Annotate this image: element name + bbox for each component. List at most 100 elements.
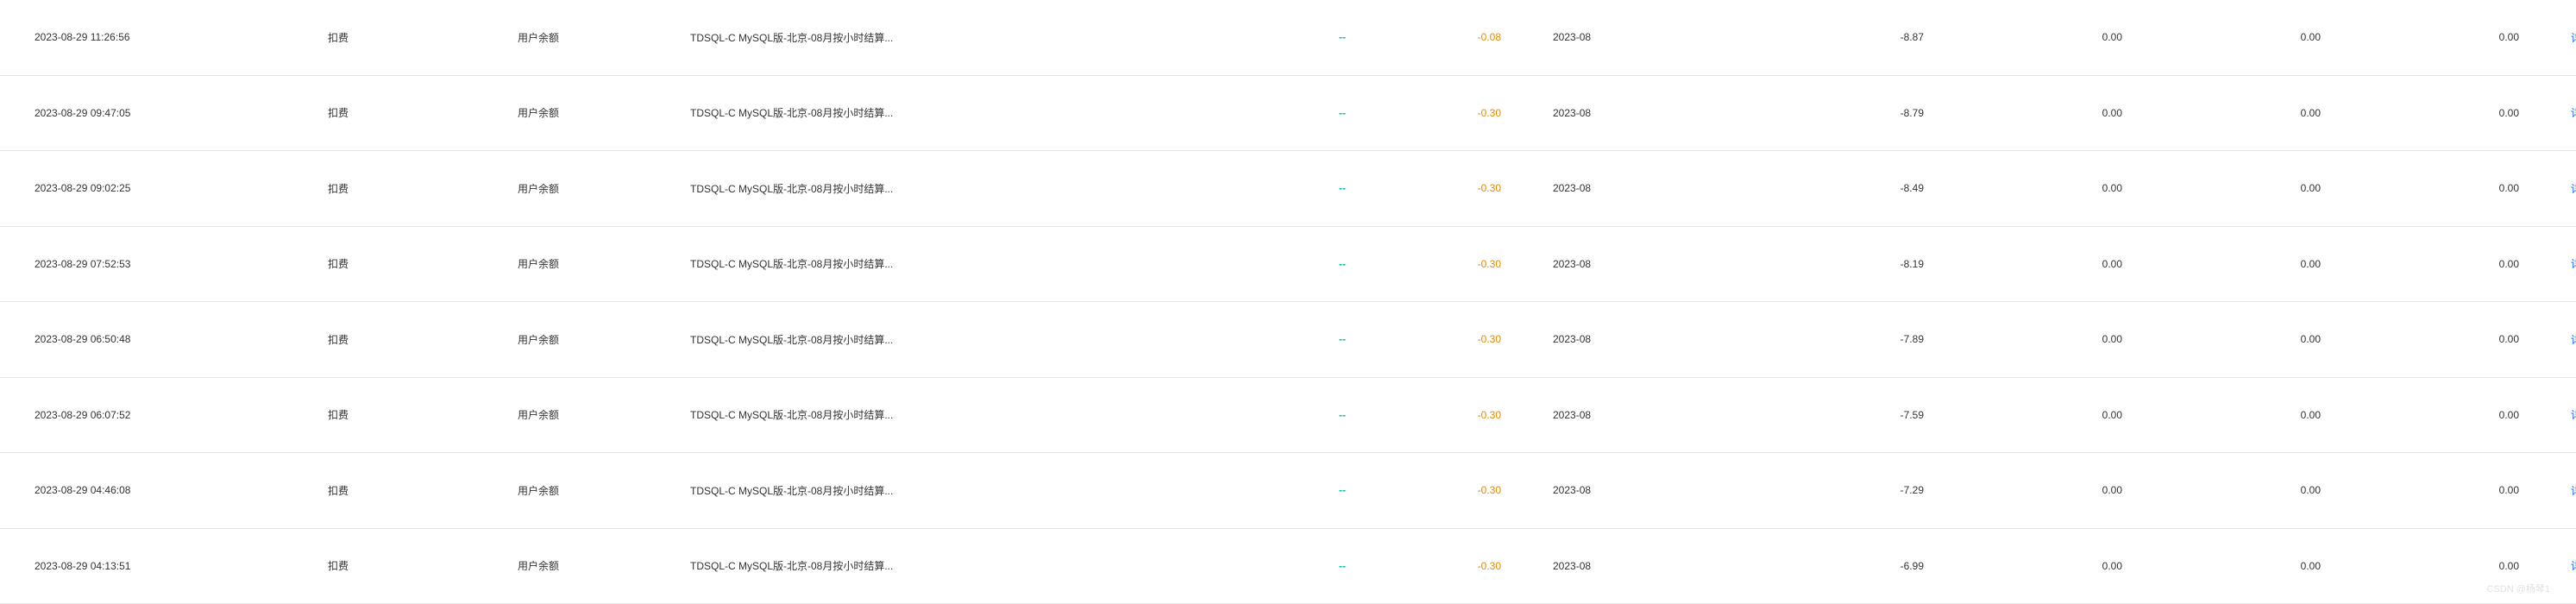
cell-number-3: 0.00 [2338,182,2536,194]
cell-period: 2023-08 [1518,333,1777,345]
cell-balance: -7.89 [1777,333,1941,345]
cell-number-3: 0.00 [2338,484,2536,496]
billing-table: 2023-08-29 11:26:56 扣费 用户余额 TDSQL-C MySQ… [0,0,2576,604]
cell-placeholder: -- [1208,182,1363,194]
table-row: 2023-08-29 09:47:05 扣费 用户余额 TDSQL-C MySQ… [0,76,2576,152]
cell-number-2: 0.00 [2139,107,2338,119]
cell-amount: -0.30 [1363,333,1518,345]
table-row: 2023-08-29 09:02:25 扣费 用户余额 TDSQL-C MySQ… [0,151,2576,227]
cell-number-3: 0.00 [2338,560,2536,572]
cell-amount: -0.30 [1363,484,1518,496]
cell-number-3: 0.00 [2338,258,2536,270]
cell-number-2: 0.00 [2139,333,2338,345]
table-row: 2023-08-29 11:26:56 扣费 用户余额 TDSQL-C MySQ… [0,0,2576,76]
cell-period: 2023-08 [1518,31,1777,43]
table-row: 2023-08-29 04:46:08 扣费 用户余额 TDSQL-C MySQ… [0,453,2576,529]
cell-type: 扣费 [311,181,500,196]
cell-source: 用户余额 [500,407,673,422]
cell-number-3: 0.00 [2338,107,2536,119]
cell-description: TDSQL-C MySQL版-北京-08月按小时结算... [673,483,1208,498]
detail-link[interactable]: 详情 [2571,107,2576,119]
cell-balance: -6.99 [1777,560,1941,572]
detail-link[interactable]: 详情 [2571,258,2576,270]
cell-amount: -0.30 [1363,560,1518,572]
cell-balance: -8.87 [1777,31,1941,43]
cell-number-2: 0.00 [2139,182,2338,194]
cell-number-1: 0.00 [1941,333,2139,345]
cell-time: 2023-08-29 06:07:52 [0,409,311,421]
cell-time: 2023-08-29 07:52:53 [0,258,311,270]
detail-link[interactable]: 详情 [2571,409,2576,421]
cell-type: 扣费 [311,332,500,347]
cell-placeholder: -- [1208,484,1363,496]
cell-number-1: 0.00 [1941,484,2139,496]
cell-number-2: 0.00 [2139,484,2338,496]
cell-number-2: 0.00 [2139,560,2338,572]
cell-source: 用户余额 [500,332,673,347]
cell-description: TDSQL-C MySQL版-北京-08月按小时结算... [673,332,1208,347]
cell-time: 2023-08-29 11:26:56 [0,31,311,43]
cell-number-3: 0.00 [2338,409,2536,421]
cell-time: 2023-08-29 04:13:51 [0,560,311,572]
cell-type: 扣费 [311,483,500,498]
cell-period: 2023-08 [1518,560,1777,572]
cell-placeholder: -- [1208,560,1363,572]
cell-number-3: 0.00 [2338,31,2536,43]
cell-description: TDSQL-C MySQL版-北京-08月按小时结算... [673,256,1208,271]
cell-balance: -8.79 [1777,107,1941,119]
cell-time: 2023-08-29 06:50:48 [0,333,311,345]
cell-type: 扣费 [311,558,500,573]
cell-description: TDSQL-C MySQL版-北京-08月按小时结算... [673,407,1208,422]
cell-description: TDSQL-C MySQL版-北京-08月按小时结算... [673,105,1208,120]
cell-number-1: 0.00 [1941,409,2139,421]
table-row: 2023-08-29 06:50:48 扣费 用户余额 TDSQL-C MySQ… [0,302,2576,378]
cell-number-1: 0.00 [1941,31,2139,43]
cell-period: 2023-08 [1518,258,1777,270]
cell-number-1: 0.00 [1941,560,2139,572]
cell-type: 扣费 [311,407,500,422]
cell-type: 扣费 [311,105,500,120]
cell-source: 用户余额 [500,105,673,120]
cell-number-2: 0.00 [2139,31,2338,43]
cell-type: 扣费 [311,256,500,271]
cell-number-1: 0.00 [1941,182,2139,194]
cell-source: 用户余额 [500,256,673,271]
cell-description: TDSQL-C MySQL版-北京-08月按小时结算... [673,30,1208,45]
cell-amount: -0.30 [1363,107,1518,119]
table-row: 2023-08-29 07:52:53 扣费 用户余额 TDSQL-C MySQ… [0,227,2576,303]
table-row: 2023-08-29 04:13:51 扣费 用户余额 TDSQL-C MySQ… [0,529,2576,604]
cell-type: 扣费 [311,30,500,45]
cell-balance: -8.49 [1777,182,1941,194]
cell-period: 2023-08 [1518,107,1777,119]
cell-number-2: 0.00 [2139,409,2338,421]
cell-number-1: 0.00 [1941,258,2139,270]
detail-link[interactable]: 详情 [2571,183,2576,195]
cell-description: TDSQL-C MySQL版-北京-08月按小时结算... [673,558,1208,573]
cell-balance: -7.59 [1777,409,1941,421]
cell-placeholder: -- [1208,107,1363,119]
cell-balance: -8.19 [1777,258,1941,270]
detail-link[interactable]: 详情 [2571,485,2576,497]
cell-source: 用户余额 [500,181,673,196]
cell-number-1: 0.00 [1941,107,2139,119]
table-row: 2023-08-29 06:07:52 扣费 用户余额 TDSQL-C MySQ… [0,378,2576,454]
cell-period: 2023-08 [1518,409,1777,421]
cell-source: 用户余额 [500,483,673,498]
cell-amount: -0.30 [1363,258,1518,270]
detail-link[interactable]: 详情 [2571,560,2576,572]
detail-link[interactable]: 详情 [2571,32,2576,44]
cell-placeholder: -- [1208,258,1363,270]
cell-balance: -7.29 [1777,484,1941,496]
cell-amount: -0.30 [1363,409,1518,421]
detail-link[interactable]: 详情 [2571,334,2576,346]
cell-placeholder: -- [1208,409,1363,421]
cell-number-3: 0.00 [2338,333,2536,345]
cell-source: 用户余额 [500,30,673,45]
cell-number-2: 0.00 [2139,258,2338,270]
watermark: CSDN @杨琴1 [2486,582,2550,595]
cell-description: TDSQL-C MySQL版-北京-08月按小时结算... [673,181,1208,196]
cell-placeholder: -- [1208,31,1363,43]
cell-time: 2023-08-29 09:02:25 [0,182,311,194]
cell-time: 2023-08-29 09:47:05 [0,107,311,119]
cell-amount: -0.30 [1363,182,1518,194]
